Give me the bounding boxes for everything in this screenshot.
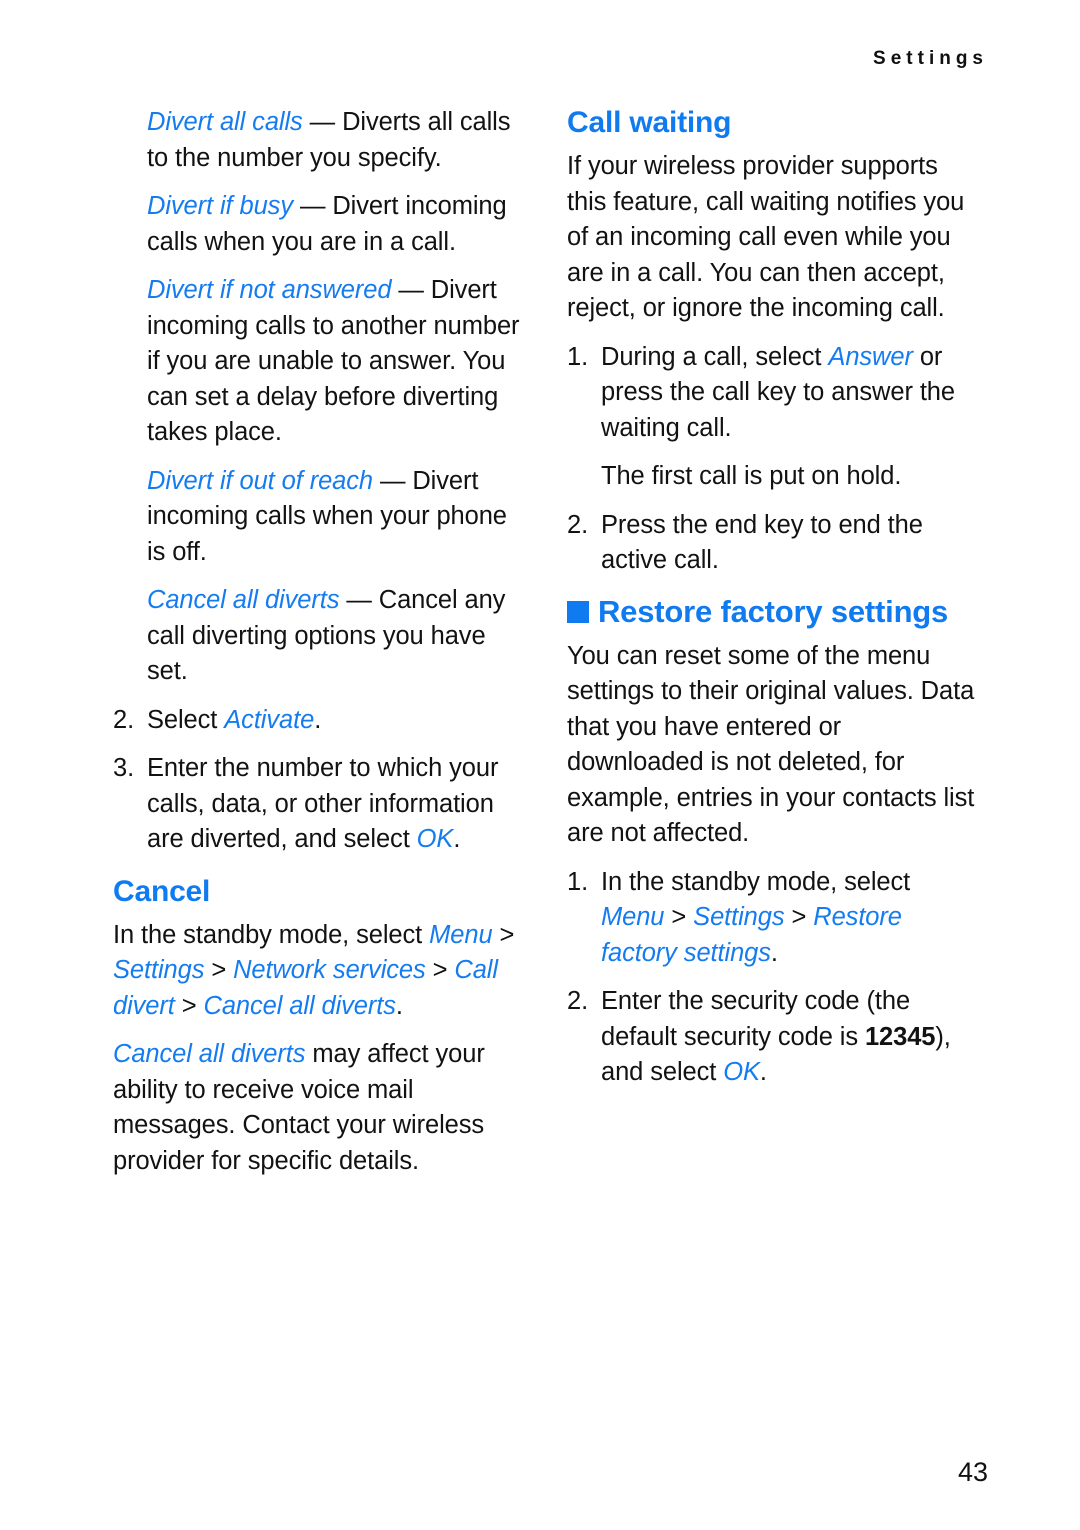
- list-item: 3. Enter the number to which your calls, …: [113, 751, 524, 858]
- definition-dash: —: [339, 586, 379, 614]
- definition-term: Divert if out of reach: [147, 466, 373, 495]
- step-text-prefix: Press the end key to end the active call…: [601, 510, 923, 575]
- list-item: 2. Select Activate.: [113, 703, 524, 739]
- step-number: 2.: [113, 705, 135, 734]
- definition-divert-if-not-answered: Divert if not answered — Divert incoming…: [113, 273, 524, 451]
- call-waiting-steps-continued: 2. Press the end key to end the active ca…: [567, 508, 978, 579]
- definition-term: Cancel all diverts: [147, 586, 340, 614]
- step-text-end: .: [759, 1058, 767, 1086]
- call-waiting-intro: If your wireless provider supports this …: [567, 152, 965, 322]
- path-network-services: Network services: [233, 956, 426, 984]
- document-page: Settings Divert all calls — Diverts all …: [0, 0, 1080, 1530]
- path-menu: Menu: [429, 920, 493, 949]
- definition-divert-all-calls: Divert all calls — Diverts all calls to …: [113, 105, 524, 176]
- path-lead: In the standby mode, select: [601, 867, 911, 896]
- two-column-body: Divert all calls — Diverts all calls to …: [113, 105, 979, 1192]
- step-number: 2.: [567, 987, 589, 1015]
- path-separator: >: [664, 903, 694, 931]
- step-number: 1.: [567, 867, 589, 896]
- step-text-suffix: .: [314, 705, 322, 734]
- path-menu: Menu: [601, 903, 665, 931]
- default-security-code: 12345: [864, 1022, 936, 1051]
- step-emphasis: OK: [416, 825, 454, 853]
- square-bullet-icon: [567, 601, 589, 623]
- definition-divert-if-busy: Divert if busy — Divert incoming calls w…: [113, 189, 524, 260]
- step-text-prefix: During a call, select: [601, 342, 829, 371]
- left-column: Divert all calls — Diverts all calls to …: [113, 105, 524, 1192]
- definition-dash: —: [372, 466, 413, 495]
- list-item: 2. Press the end key to end the active ca…: [567, 508, 978, 579]
- call-waiting-hold-note: The first call is put on hold.: [601, 462, 902, 490]
- definition-dash: —: [292, 192, 333, 220]
- path-settings: Settings: [693, 903, 785, 931]
- call-waiting-steps: 1. During a call, select Answer or press …: [567, 340, 978, 447]
- path-settings: Settings: [113, 956, 205, 984]
- step-number: 1.: [567, 342, 589, 371]
- running-header: Settings: [873, 48, 988, 69]
- path-end: .: [395, 991, 403, 1020]
- list-item: 2. Enter the security code (the default s…: [567, 984, 978, 1091]
- path-lead: In the standby mode, select: [113, 920, 430, 949]
- definition-term: Divert if not answered: [147, 276, 392, 304]
- definition-dash: —: [302, 108, 343, 136]
- path-separator: >: [174, 991, 204, 1020]
- step-text-prefix: Select: [147, 705, 225, 734]
- section-heading-call-waiting: Call waiting: [567, 106, 732, 139]
- step-emphasis-ok: OK: [723, 1058, 760, 1086]
- section-heading-cancel: Cancel: [113, 874, 211, 908]
- path-separator: >: [784, 903, 814, 931]
- step-emphasis: Answer: [828, 342, 913, 371]
- step-text-lead: Enter the security code (the default sec…: [601, 987, 911, 1051]
- step-text-suffix: .: [453, 825, 461, 853]
- step-number: 2.: [567, 510, 589, 539]
- call-divert-steps: 2. Select Activate. 3. Enter the number to…: [113, 703, 524, 858]
- restore-steps: 1. In the standby mode, select Menu > Set…: [567, 865, 978, 1091]
- note-emphasis: Cancel all diverts: [113, 1040, 306, 1068]
- path-separator: >: [425, 956, 455, 984]
- path-end: .: [770, 938, 778, 967]
- list-item: 1. In the standby mode, select Menu > Set…: [567, 865, 978, 972]
- heading-label: Restore factory settings: [598, 593, 949, 629]
- step-emphasis: Activate: [224, 705, 315, 734]
- step-number: 3.: [113, 754, 135, 782]
- restore-intro: You can reset some of the menu settings …: [567, 641, 975, 848]
- list-item: 1. During a call, select Answer or press …: [567, 340, 978, 447]
- path-separator: >: [492, 920, 515, 949]
- definition-term: Divert if busy: [147, 192, 293, 220]
- definition-cancel-all-diverts: Cancel all diverts — Cancel any call div…: [113, 583, 524, 690]
- path-separator: >: [204, 956, 234, 984]
- cancel-note: Cancel all diverts may affect your abili…: [113, 1037, 524, 1179]
- definition-dash: —: [391, 276, 431, 304]
- cancel-menu-path: In the standby mode, select Menu > Setti…: [113, 918, 524, 1025]
- section-heading-restore-factory-settings: Restore factory settings: [567, 593, 978, 630]
- definition-divert-if-out-of-reach: Divert if out of reach — Divert incoming…: [113, 464, 524, 571]
- right-column: Call waiting If your wireless provider s…: [567, 105, 978, 1192]
- path-cancel-all-diverts: Cancel all diverts: [203, 991, 396, 1020]
- page-number: 43: [957, 1457, 988, 1487]
- definition-term: Divert all calls: [147, 108, 303, 136]
